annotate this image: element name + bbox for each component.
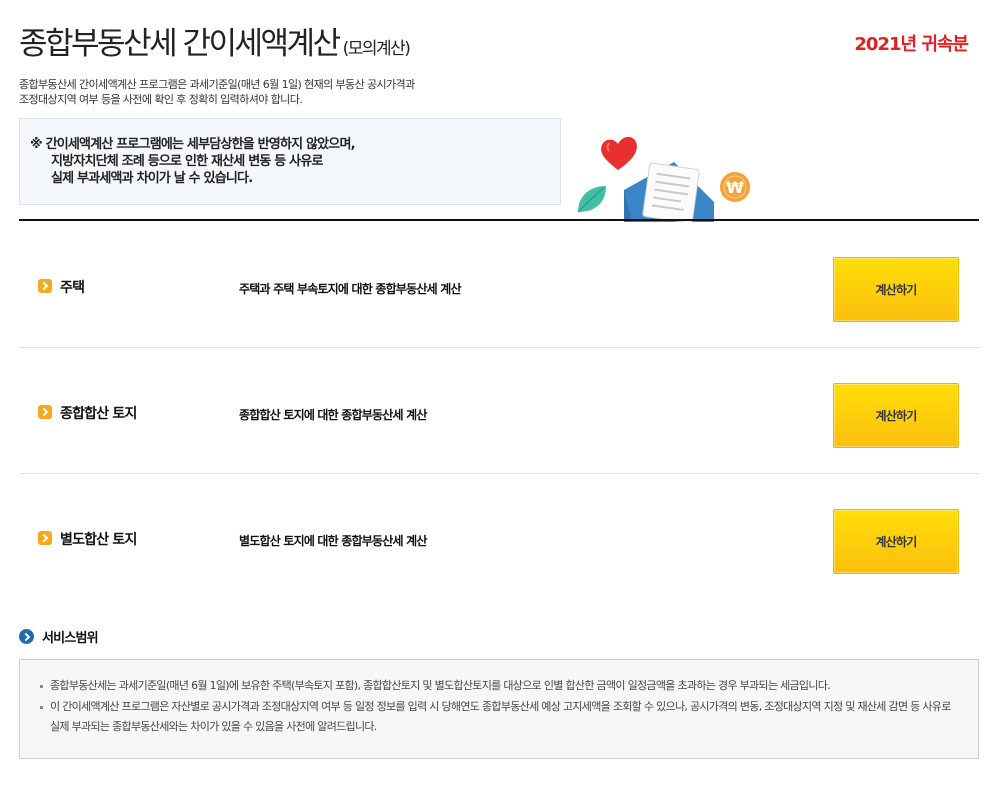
notice-line: 실제 부과세액과 차이가 날 수 있습니다. xyxy=(51,171,253,186)
list-item: 이 간이세액계산 프로그램은 자산별로 공시가격과 조정대상지역 여부 등 일정… xyxy=(38,697,958,737)
calculate-house-button[interactable]: 계산하기 xyxy=(833,257,959,322)
list-item: 종합부동산세는 과세기준일(매년 6월 1일)에 보유한 주택(부속토지 포함)… xyxy=(38,676,958,696)
won-coin-icon: ₩ xyxy=(720,172,750,202)
page-title-main: 종합부동산세 간이세액계산 xyxy=(19,26,341,62)
intro-text: 종합부동산세 간이세액계산 프로그램은 과세기준일(매년 6월 1일) 현재의 … xyxy=(19,77,579,107)
year-label: 2021년 귀속분 xyxy=(854,34,969,55)
intro-line: 조정대상지역 여부 등을 사전에 확인 후 정확히 입력하셔야 합니다. xyxy=(19,93,303,106)
svg-text:₩: ₩ xyxy=(726,178,744,197)
calculate-separate-land-button[interactable]: 계산하기 xyxy=(833,509,959,574)
arrow-circle-icon xyxy=(19,629,34,644)
notice-line: ※ 간이세액계산 프로그램에는 세부담상한을 반영하지 않았으며, xyxy=(30,137,356,152)
row-name: 종합합산 토지 xyxy=(60,406,137,422)
page-title-sub: (모의계산) xyxy=(342,39,411,59)
chevron-right-icon xyxy=(38,279,52,293)
calc-row-separate-land: 별도합산 토지 별도합산 토지에 대한 종합부동산세 계산 계산하기 xyxy=(19,474,979,600)
row-name: 별도합산 토지 xyxy=(60,532,137,548)
chevron-right-icon xyxy=(38,405,52,419)
service-scope-title: 서비스범위 xyxy=(42,631,99,646)
document-icon xyxy=(624,162,714,224)
row-description: 종합합산 토지에 대한 종합부동산세 계산 xyxy=(239,408,427,422)
chevron-right-icon xyxy=(38,531,52,545)
row-description: 주택과 주택 부속토지에 대한 종합부동산세 계산 xyxy=(239,282,462,296)
notice-line: 지방자치단체 조례 등으로 인한 재산세 변동 등 사유로 xyxy=(51,154,323,169)
calculate-aggregate-land-button[interactable]: 계산하기 xyxy=(833,383,959,448)
page-header: 종합부동산세 간이세액계산 (모의계산) 2021년 귀속분 xyxy=(19,18,979,63)
page-title: 종합부동산세 간이세액계산 (모의계산) xyxy=(19,18,411,63)
intro-line: 종합부동산세 간이세액계산 프로그램은 과세기준일(매년 6월 1일) 현재의 … xyxy=(19,78,415,91)
calc-row-house: 주택 주택과 주택 부속토지에 대한 종합부동산세 계산 계산하기 xyxy=(19,222,979,348)
service-scope-list: 종합부동산세는 과세기준일(매년 6월 1일)에 보유한 주택(부속토지 포함)… xyxy=(38,676,958,737)
heart-icon xyxy=(601,136,637,170)
section-divider xyxy=(19,219,979,221)
tax-illustration: ₩ xyxy=(574,130,754,224)
row-name: 주택 xyxy=(60,280,85,296)
calc-row-aggregate-land: 종합합산 토지 종합합산 토지에 대한 종합부동산세 계산 계산하기 xyxy=(19,348,979,474)
service-scope-box: 종합부동산세는 과세기준일(매년 6월 1일)에 보유한 주택(부속토지 포함)… xyxy=(19,659,979,759)
row-description: 별도합산 토지에 대한 종합부동산세 계산 xyxy=(239,534,427,548)
leaf-icon xyxy=(577,186,606,213)
notice-box: ※ 간이세액계산 프로그램에는 세부담상한을 반영하지 않았으며, 지방자치단체… xyxy=(19,118,561,205)
